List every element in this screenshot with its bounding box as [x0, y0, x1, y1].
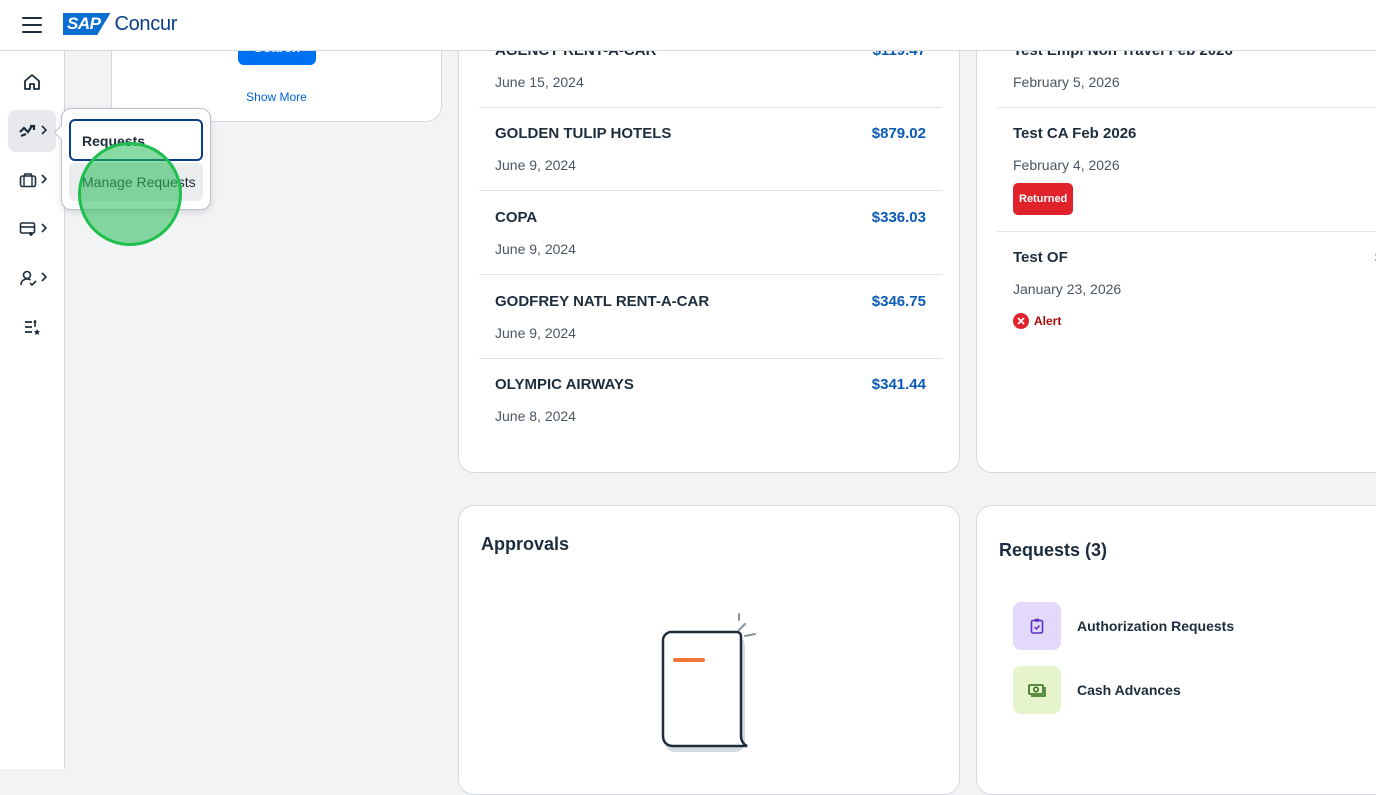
available-expenses-card: AGENCY RENT-A-CAR $119.47 June 15, 2024 … [458, 0, 960, 473]
home-icon [24, 74, 40, 90]
transaction-date: June 9, 2024 [495, 157, 576, 173]
transaction-amount: $341.44 [871, 376, 926, 393]
transaction-row[interactable]: COPA $336.03 June 9, 2024 [479, 192, 942, 275]
approvals-card: Approvals [458, 505, 960, 795]
nav-reporting[interactable] [8, 306, 56, 348]
alert-label: Alert [1034, 314, 1062, 328]
menu-item-requests[interactable]: Requests [69, 119, 203, 161]
authorization-requests-link[interactable]: Authorization Requests [1013, 602, 1234, 650]
alert-status: Alert [1013, 313, 1061, 329]
brand-name: Concur [114, 12, 178, 35]
merchant-name: OLYMPIC AIRWAYS [495, 376, 634, 393]
reporting-icon [25, 320, 40, 335]
chevron-right-icon [41, 125, 48, 135]
report-title: Test CA Feb 2026 [1013, 125, 1137, 142]
merchant-name: GOLDEN TULIP HOTELS [495, 125, 672, 142]
show-more-link[interactable]: Show More [112, 90, 441, 104]
chevron-right-icon [41, 223, 48, 233]
nav-travel[interactable] [8, 159, 56, 201]
report-date: January 23, 2026 [1013, 281, 1122, 297]
clipboard-icon [1013, 602, 1061, 650]
error-circle-icon [1013, 313, 1029, 329]
left-nav-rail [0, 51, 65, 769]
transaction-row[interactable]: GOLDEN TULIP HOTELS $879.02 June 9, 2024 [479, 108, 942, 191]
empty-document-illustration-icon [661, 613, 756, 752]
report-row[interactable]: Test OF $ January 23, 2026 Alert [997, 232, 1376, 352]
nav-approvals[interactable] [8, 257, 56, 299]
status-badge-returned: Returned [1013, 183, 1074, 215]
chevron-right-icon [41, 272, 48, 282]
briefcase-icon [19, 173, 37, 188]
requests-icon [19, 124, 36, 138]
transaction-row[interactable]: GODFREY NATL RENT-A-CAR $346.75 June 9, … [479, 276, 942, 359]
transaction-amount: $336.03 [871, 209, 926, 226]
active-reports-card: Test Empl Non Travel Feb 2026 February 5… [976, 0, 1376, 473]
requests-flyout-menu: Requests Manage Requests [53, 108, 211, 210]
hamburger-menu-icon[interactable] [22, 17, 42, 33]
transaction-amount: $346.75 [871, 293, 926, 310]
top-bar: SAP Concur [0, 0, 1376, 51]
approvals-title: Approvals [481, 534, 570, 554]
user-check-icon [20, 270, 37, 287]
transaction-date: June 9, 2024 [495, 241, 576, 257]
chevron-right-icon [41, 174, 48, 184]
sap-concur-logo[interactable]: SAP Concur [63, 12, 177, 36]
cash-icon [1013, 666, 1061, 714]
transaction-date: June 15, 2024 [495, 74, 584, 90]
merchant-name: GODFREY NATL RENT-A-CAR [495, 293, 710, 310]
expense-card-icon [19, 222, 36, 236]
menu-item-manage-requests[interactable]: Manage Requests [69, 163, 203, 201]
cash-advances-label: Cash Advances [1077, 682, 1181, 698]
transaction-row[interactable]: OLYMPIC AIRWAYS $341.44 June 8, 2024 [479, 359, 942, 442]
cash-advances-link[interactable]: Cash Advances [1013, 666, 1181, 714]
sap-badge: SAP [63, 13, 111, 35]
report-row[interactable]: Test CA Feb 2026 February 4, 2026 Return… [997, 108, 1376, 232]
report-title: Test OF [1013, 249, 1068, 266]
transaction-date: June 8, 2024 [495, 408, 576, 424]
nav-expense[interactable] [8, 208, 56, 250]
report-date: February 5, 2026 [1013, 74, 1120, 90]
transaction-amount: $879.02 [871, 125, 926, 142]
authorization-requests-label: Authorization Requests [1077, 618, 1235, 634]
nav-requests[interactable] [8, 110, 56, 152]
report-date: February 4, 2026 [1013, 157, 1120, 173]
requests-title: Requests (3) [999, 540, 1108, 560]
nav-home[interactable] [8, 61, 56, 103]
transaction-date: June 9, 2024 [495, 325, 576, 341]
requests-card: Requests (3) Authorization Requests Cash… [976, 505, 1376, 795]
merchant-name: COPA [495, 209, 538, 226]
